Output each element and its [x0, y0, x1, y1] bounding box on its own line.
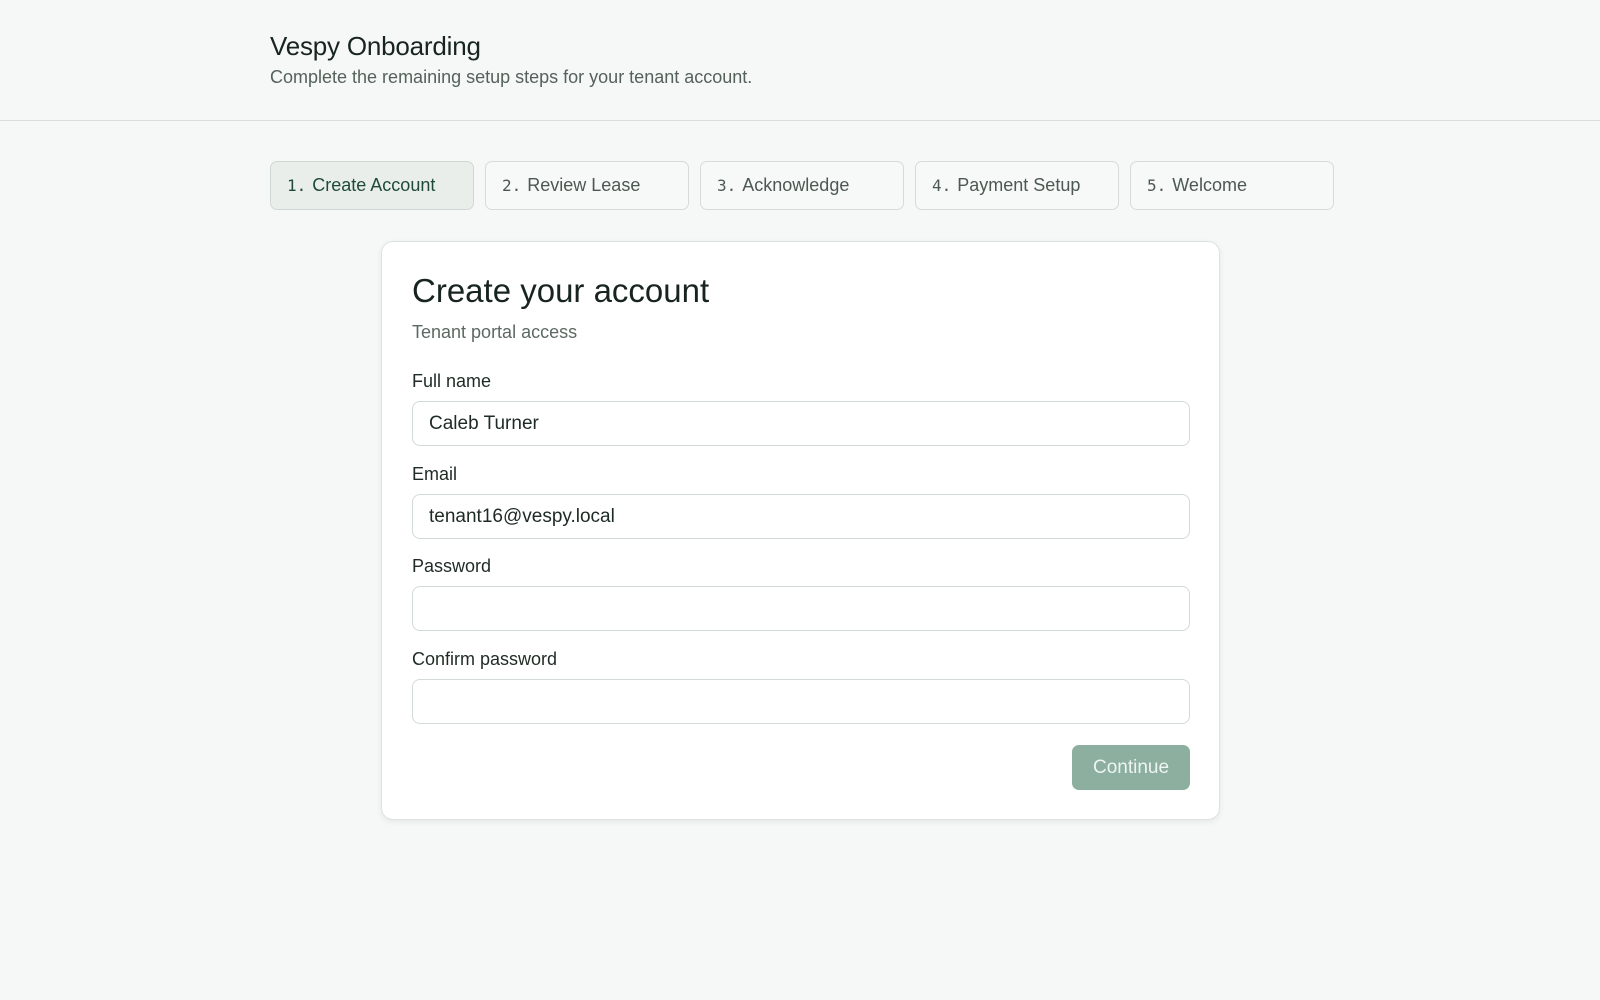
step-number: 2.: [502, 176, 522, 195]
step-welcome[interactable]: 5. Welcome: [1130, 161, 1334, 210]
page-header: Vespy Onboarding Complete the remaining …: [0, 0, 1600, 121]
password-label: Password: [412, 556, 492, 576]
password-field-group: Password: [412, 556, 1190, 631]
step-acknowledge[interactable]: 3. Acknowledge: [700, 161, 904, 210]
step-number: 1.: [287, 176, 307, 195]
confirm-password-field-group: Confirm password: [412, 649, 1190, 724]
step-label: Welcome: [1172, 175, 1247, 195]
step-number: 5.: [1147, 176, 1167, 195]
continue-button[interactable]: Continue: [1072, 745, 1190, 790]
password-input[interactable]: [412, 586, 1190, 631]
full-name-label: Full name: [412, 371, 492, 391]
full-name-field-group: Full name: [412, 371, 1190, 446]
form-title: Create your account: [412, 272, 710, 309]
step-label: Create Account: [312, 175, 436, 195]
email-field-group: Email: [412, 464, 1190, 539]
email-label: Email: [412, 464, 458, 484]
step-review-lease[interactable]: 2. Review Lease: [485, 161, 689, 210]
step-label: Acknowledge: [742, 175, 850, 195]
confirm-password-input[interactable]: [412, 679, 1190, 724]
step-label: Payment Setup: [957, 175, 1081, 195]
app-subtitle: Complete the remaining setup steps for y…: [270, 67, 753, 87]
full-name-input[interactable]: [412, 401, 1190, 446]
form-subtitle: Tenant portal access: [412, 322, 578, 342]
step-payment-setup[interactable]: 4. Payment Setup: [915, 161, 1119, 210]
step-create-account[interactable]: 1. Create Account: [270, 161, 474, 210]
create-account-card: Create your account Tenant portal access…: [381, 241, 1220, 820]
onboarding-steps: 1. Create Account 2. Review Lease 3. Ack…: [270, 161, 1334, 210]
email-input[interactable]: [412, 494, 1190, 539]
confirm-password-label: Confirm password: [412, 649, 558, 669]
step-number: 4.: [932, 176, 952, 195]
step-number: 3.: [717, 176, 737, 195]
app-title: Vespy Onboarding: [270, 31, 481, 61]
step-label: Review Lease: [527, 175, 641, 195]
